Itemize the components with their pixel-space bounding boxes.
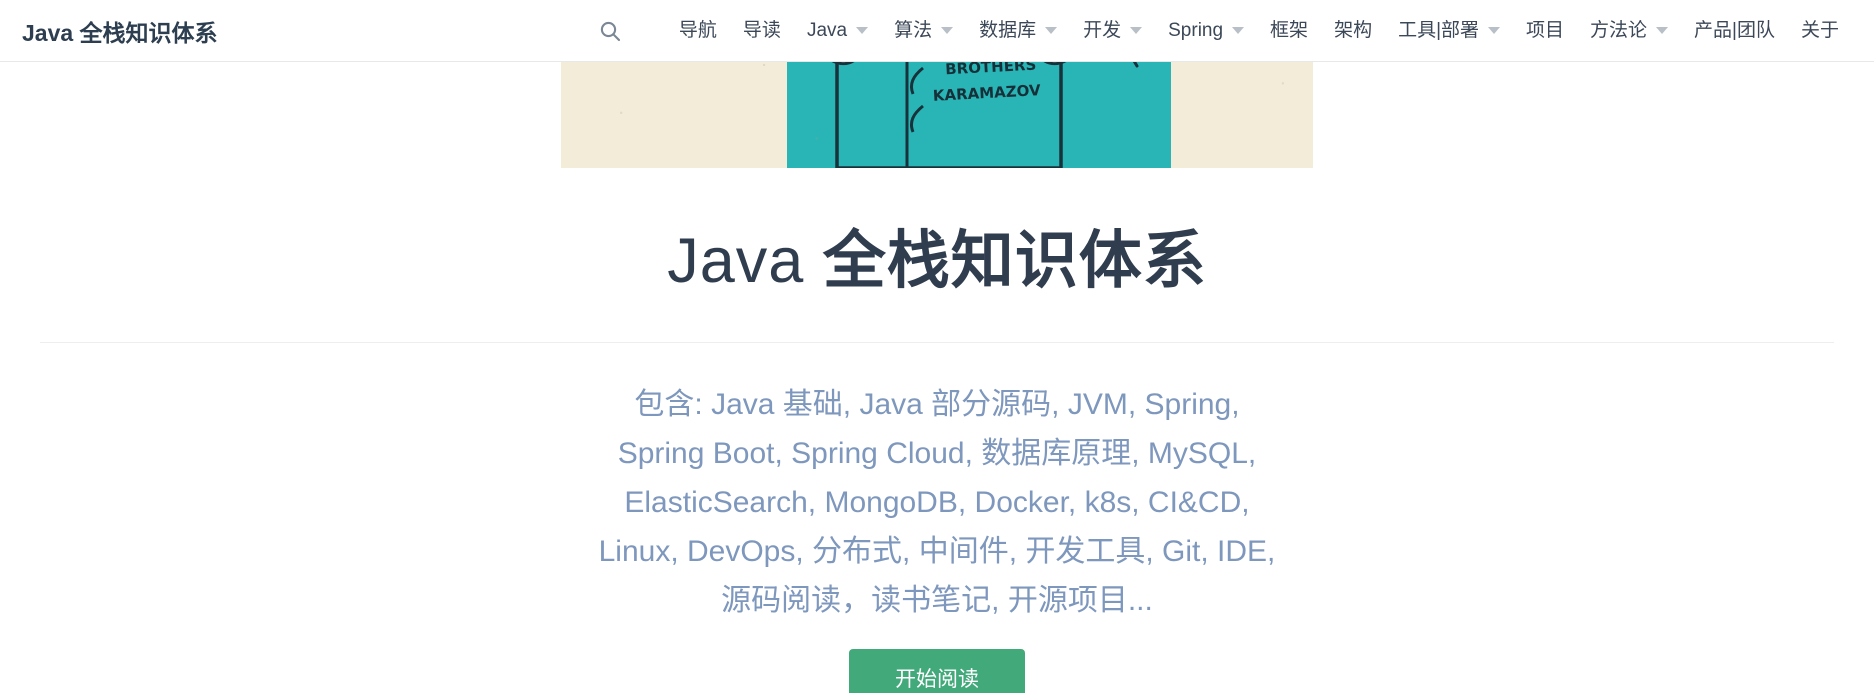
- nav-item-guanyu[interactable]: 关于: [1788, 0, 1852, 62]
- page-title: Java 全栈知识体系: [0, 224, 1874, 300]
- nav-item-label: 架构: [1334, 20, 1373, 41]
- page-title-latin: Java: [667, 226, 805, 296]
- nav-item-fangfalun[interactable]: 方法论: [1577, 0, 1681, 62]
- nav-item-label: 导读: [742, 20, 781, 41]
- illustration-svg: THE BROTHERS KARAMAZOV: [787, 62, 1171, 168]
- nav-item-daohang[interactable]: 导航: [666, 0, 730, 62]
- start-reading-button[interactable]: 开始阅读: [849, 648, 1025, 693]
- nav-item-jiagou[interactable]: 架构: [1321, 0, 1385, 62]
- hero-description-line: 包含: Java 基础, Java 部分源码, JVM, Spring,: [634, 387, 1240, 421]
- page-title-cjk: 全栈知识体系: [822, 226, 1207, 296]
- nav-item-label: Spring: [1168, 20, 1224, 41]
- chevron-down-icon: [856, 27, 869, 34]
- hero-image: THE BROTHERS KARAMAZOV: [561, 62, 1313, 168]
- nav-item-label: 算法: [894, 20, 933, 41]
- chevron-down-icon: [1656, 27, 1669, 34]
- nav-item-java[interactable]: Java: [794, 0, 881, 62]
- nav-item-xiangmu[interactable]: 项目: [1513, 0, 1577, 62]
- illustration-person-reading-book: THE BROTHERS KARAMAZOV: [561, 62, 1313, 168]
- nav-item-label: 导航: [678, 20, 717, 41]
- search-button[interactable]: [588, 9, 632, 53]
- nav-item-kuangjia[interactable]: 框架: [1257, 0, 1321, 62]
- nav-item-shujuku[interactable]: 数据库: [966, 0, 1070, 62]
- chevron-down-icon: [941, 27, 954, 34]
- cta-container: 开始阅读: [0, 648, 1874, 693]
- chevron-down-icon: [1130, 27, 1143, 34]
- nav-item-label: 方法论: [1590, 20, 1648, 41]
- chevron-down-icon: [1045, 27, 1058, 34]
- nav-item-kaifa[interactable]: 开发: [1070, 0, 1155, 62]
- nav-item-label: 框架: [1270, 20, 1309, 41]
- nav-item-label: 开发: [1083, 20, 1122, 41]
- nav-item-label: 产品|团队: [1694, 20, 1775, 41]
- hero-description-line: Spring Boot, Spring Cloud, 数据库原理, MySQL,: [617, 436, 1257, 470]
- nav-item-chanpin-tuandui[interactable]: 产品|团队: [1681, 0, 1788, 62]
- chevron-down-icon: [1232, 27, 1245, 34]
- site-brand[interactable]: Java 全栈知识体系: [22, 14, 218, 48]
- hero-section: THE BROTHERS KARAMAZOV Java 全栈知识体系 包含: J…: [0, 62, 1874, 693]
- chevron-down-icon: [1488, 27, 1501, 34]
- nav-item-daodu[interactable]: 导读: [730, 0, 794, 62]
- site-header: Java 全栈知识体系 导航 导读 Java 算法 数据库 开发 Spring …: [0, 0, 1874, 62]
- nav-item-suanfa[interactable]: 算法: [881, 0, 966, 62]
- nav-item-gongju-bushu[interactable]: 工具|部署: [1385, 0, 1513, 62]
- nav-item-label: 数据库: [979, 20, 1037, 41]
- hero-description-line: 源码阅读，读书笔记, 开源项目...: [721, 583, 1153, 617]
- hero-description-line: Linux, DevOps, 分布式, 中间件, 开发工具, Git, IDE,: [598, 534, 1276, 568]
- title-divider: [40, 341, 1834, 343]
- main-navigation: 导航 导读 Java 算法 数据库 开发 Spring 框架 架构 工具|部署 …: [588, 0, 1852, 61]
- nav-list: 导航 导读 Java 算法 数据库 开发 Spring 框架 架构 工具|部署 …: [632, 0, 1852, 62]
- nav-item-label: 关于: [1800, 20, 1839, 41]
- nav-item-spring[interactable]: Spring: [1155, 0, 1257, 62]
- search-icon: [598, 19, 622, 43]
- hero-description: 包含: Java 基础, Java 部分源码, JVM, Spring, Spr…: [527, 380, 1347, 625]
- nav-item-label: 工具|部署: [1398, 20, 1480, 41]
- nav-item-label: Java: [806, 20, 848, 41]
- hero-description-line: ElasticSearch, MongoDB, Docker, k8s, CI&…: [624, 485, 1250, 519]
- nav-item-label: 项目: [1526, 20, 1565, 41]
